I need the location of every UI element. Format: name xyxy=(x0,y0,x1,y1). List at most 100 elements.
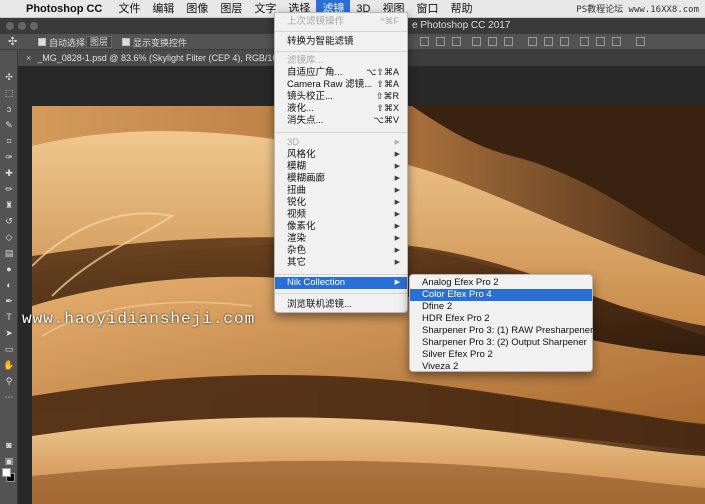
distribute-vcenter-icon[interactable] xyxy=(544,37,553,46)
menu-help[interactable]: 帮助 xyxy=(444,0,478,18)
distribute-bottom-icon[interactable] xyxy=(560,37,569,46)
filter-menu-item-3d[interactable]: 3D ▶ xyxy=(275,137,407,149)
screen-mode-icon[interactable]: ▣ xyxy=(3,456,15,467)
menu-separator xyxy=(275,293,407,294)
align-right-icon[interactable] xyxy=(504,37,513,46)
filter-menu-item-video[interactable]: 视频 ▶ xyxy=(275,209,407,221)
submenu-arrow-icon: ▶ xyxy=(394,279,400,286)
other-label: 其它 xyxy=(287,257,307,268)
show-transform-checkbox[interactable] xyxy=(122,38,130,46)
menu-file[interactable]: 文件 xyxy=(112,0,146,18)
nik-item-analog-efex[interactable]: Analog Efex Pro 2 xyxy=(410,277,592,289)
quick-select-icon[interactable]: ✎ xyxy=(3,120,15,131)
nik-item-viveza[interactable]: Viveza 2 xyxy=(410,361,592,373)
history-brush-icon[interactable]: ↺ xyxy=(3,216,15,227)
quick-mask-icon[interactable]: ◙ xyxy=(3,440,15,451)
app-name-menu[interactable]: Photoshop CC xyxy=(26,3,102,15)
path-select-icon[interactable]: ➤ xyxy=(3,328,15,339)
type-icon[interactable]: T xyxy=(3,312,15,323)
gradient-icon[interactable]: ▤ xyxy=(3,248,15,259)
filter-menu-item-render[interactable]: 渲染 ▶ xyxy=(275,233,407,245)
filter-menu-item-other[interactable]: 其它 ▶ xyxy=(275,257,407,269)
submenu-arrow-icon: ▶ xyxy=(394,187,400,194)
filter-menu-item-distort[interactable]: 扭曲 ▶ xyxy=(275,185,407,197)
menu-image[interactable]: 图像 xyxy=(180,0,214,18)
align-left-icon[interactable] xyxy=(472,37,481,46)
submenu-arrow-icon: ▶ xyxy=(394,259,400,266)
submenu-arrow-icon: ▶ xyxy=(394,235,400,242)
zoom-window-button[interactable] xyxy=(30,22,38,30)
filter-menu-item-pixelate[interactable]: 像素化 ▶ xyxy=(275,221,407,233)
close-tab-icon[interactable]: × xyxy=(26,50,31,66)
foreground-color-swatch[interactable] xyxy=(2,468,11,477)
blur-icon[interactable]: ● xyxy=(3,264,15,275)
layer-select-dropdown[interactable]: 图层 xyxy=(86,36,113,48)
align-top-icon[interactable] xyxy=(420,37,429,46)
distribute-left-icon[interactable] xyxy=(580,37,589,46)
filter-menu-item-nik-collection[interactable]: Nik Collection ▶ xyxy=(275,277,407,289)
eyedropper-icon[interactable]: ✑ xyxy=(3,152,15,163)
dodge-icon[interactable]: ◐ xyxy=(3,280,15,291)
shape-icon[interactable]: ▭ xyxy=(3,344,15,355)
nik-item-dfine[interactable]: Dfine 2 xyxy=(410,301,592,313)
liquify-label: 液化... xyxy=(287,103,314,114)
filter-menu-item-vanishing-point[interactable]: 消失点... ⌥⌘V xyxy=(275,115,407,127)
filter-menu-item-last-filter[interactable]: 上次滤镜操作 ^⌘F xyxy=(275,16,407,28)
video-label: 视频 xyxy=(287,209,307,220)
align-hcenter-icon[interactable] xyxy=(488,37,497,46)
submenu-arrow-icon: ▶ xyxy=(394,151,400,158)
vanishing-point-label: 消失点... xyxy=(287,115,324,126)
marquee-icon[interactable]: ⬚ xyxy=(3,88,15,99)
close-window-button[interactable] xyxy=(6,22,14,30)
crop-icon[interactable]: ⌗ xyxy=(3,136,15,147)
pen-icon[interactable]: ✒ xyxy=(3,296,15,307)
filter-menu-item-noise[interactable]: 杂色 ▶ xyxy=(275,245,407,257)
move-icon[interactable]: ✣ xyxy=(3,72,15,83)
filter-menu-item-adaptive-wide[interactable]: 自适应广角... ⌥⇧⌘A xyxy=(275,67,407,79)
nik-item-hdr-efex[interactable]: HDR Efex Pro 2 xyxy=(410,313,592,325)
filter-menu-item-convert-smart[interactable]: 转换为智能滤镜 xyxy=(275,36,407,48)
filter-menu-item-liquify[interactable]: 液化... ⇧⌘X xyxy=(275,103,407,115)
healing-brush-icon[interactable]: ✚ xyxy=(3,168,15,179)
nik-item-raw-presharpener[interactable]: Sharpener Pro 3: (1) RAW Presharpener xyxy=(410,325,593,337)
tools-panel: ✣ ⬚ ↄ ✎ ⌗ ✑ ✚ ✏ ♜ ↺ ◇ ▤ ● ◐ ✒ T ➤ ▭ ✋ ⚲ … xyxy=(0,50,18,504)
align-vcenter-icon[interactable] xyxy=(436,37,445,46)
window-title: e Photoshop CC 2017 xyxy=(412,20,511,31)
filter-menu-item-lens-correction[interactable]: 镜头校正... ⇧⌘R xyxy=(275,91,407,103)
nik-collection-label: Nik Collection xyxy=(287,277,346,288)
filter-menu-item-stylize[interactable]: 风格化 ▶ xyxy=(275,149,407,161)
eraser-icon[interactable]: ◇ xyxy=(3,232,15,243)
minimize-window-button[interactable] xyxy=(18,22,26,30)
nik-item-color-efex[interactable]: Color Efex Pro 4 xyxy=(410,289,592,301)
3d-mode-icon[interactable] xyxy=(636,37,645,46)
move-tool-icon[interactable]: ✣ xyxy=(8,35,17,48)
filter-menu-item-camera-raw[interactable]: Camera Raw 滤镜... ⇧⌘A xyxy=(275,79,407,91)
auto-select-label: 自动选择: xyxy=(49,38,88,48)
filter-menu-item-blur[interactable]: 模糊 ▶ xyxy=(275,161,407,173)
filter-menu-item-blur-gallery[interactable]: 模糊画廊 ▶ xyxy=(275,173,407,185)
distribute-right-icon[interactable] xyxy=(612,37,621,46)
brush-icon[interactable]: ✏ xyxy=(3,184,15,195)
zoom-icon[interactable]: ⚲ xyxy=(3,376,15,387)
nik-item-silver-efex[interactable]: Silver Efex Pro 2 xyxy=(410,349,592,361)
submenu-arrow-icon: ▶ xyxy=(394,163,400,170)
distribute-hcenter-icon[interactable] xyxy=(596,37,605,46)
filter-menu-item-sharpen[interactable]: 锐化 ▶ xyxy=(275,197,407,209)
lasso-icon[interactable]: ↄ xyxy=(3,104,15,115)
document-tab[interactable]: × _MG_0828-1.psd @ 83.6% (Skylight Filter… xyxy=(18,50,298,66)
filter-menu-item-filter-gallery[interactable]: 滤镜库... xyxy=(275,55,407,67)
nik-item-output-sharpener[interactable]: Sharpener Pro 3: (2) Output Sharpener xyxy=(410,337,592,349)
auto-select-checkbox[interactable] xyxy=(38,38,46,46)
distribute-top-icon[interactable] xyxy=(528,37,537,46)
align-bottom-icon[interactable] xyxy=(452,37,461,46)
menu-edit[interactable]: 编辑 xyxy=(146,0,180,18)
filter-menu-item-browse-online[interactable]: 浏览联机滤镜... xyxy=(275,299,407,311)
clone-stamp-icon[interactable]: ♜ xyxy=(3,200,15,211)
last-filter-label: 上次滤镜操作 xyxy=(287,16,345,27)
sharpen-label: 锐化 xyxy=(287,197,307,208)
watermark-text: www.haoyidiansheji.com xyxy=(22,310,256,328)
hand-icon[interactable]: ✋ xyxy=(3,360,15,371)
menu-layer[interactable]: 图层 xyxy=(214,0,248,18)
more-tools-icon[interactable]: ⋯ xyxy=(3,392,15,403)
menu-window[interactable]: 窗口 xyxy=(410,0,444,18)
